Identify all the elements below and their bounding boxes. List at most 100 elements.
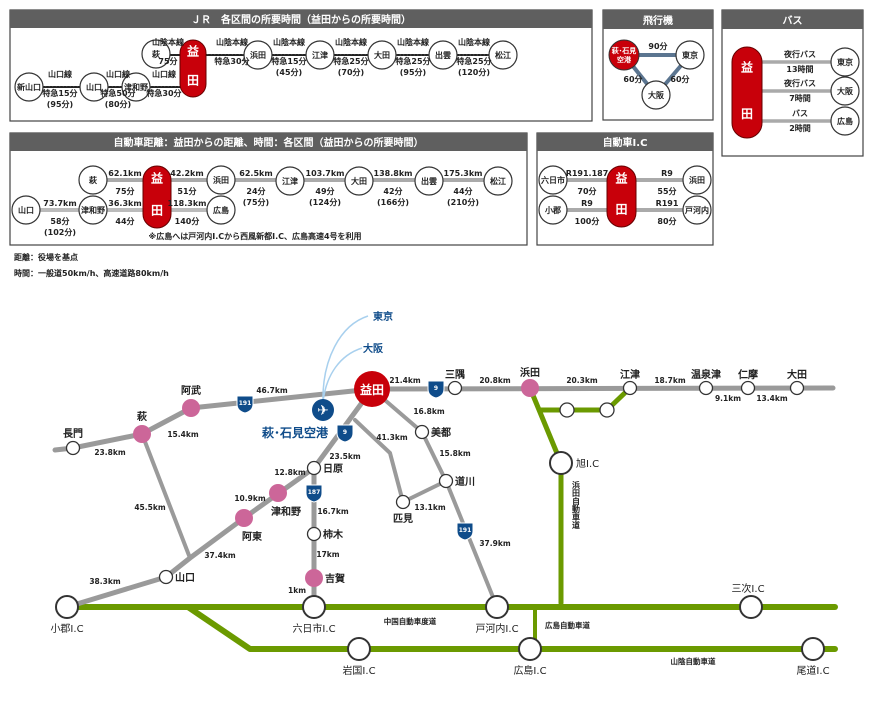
station-label: 大阪 [837,86,854,96]
segment-total-time: (80分) [105,99,131,109]
station-label: 山口 [18,205,34,215]
segment-total-time: (166分) [377,197,409,207]
segment-time: 140分 [175,216,200,226]
bus-duration: 2時間 [789,123,811,133]
place-label: 津和野 [271,505,301,518]
distance-label: 13.1km [414,503,445,512]
distance-label: 46.7km [256,386,287,395]
label: 90分 [648,41,667,51]
expressway-label: 山陰自動車道 [671,656,716,666]
place-label: 美都 [431,426,451,439]
access-map: ＪＲ 各区間の所要時間（益田からの所要時間）益田萩 浜田 江津 大田 出雲 松江新山口 山口… [9,9,864,677]
segment-total-time: (102分) [44,227,76,237]
distance-label: 13.4km [756,394,787,403]
airport-circle [608,39,640,71]
masuda-label: 田 [741,107,753,121]
place-marker [740,380,756,396]
masuda-label: 益 [151,171,163,186]
distance-label: 38.3km [89,577,120,586]
interchange-marker [347,637,371,661]
expressway-label: 広島自動車道 [545,620,590,630]
place-label: 日原 [323,463,343,475]
distance-label: 37.9km [479,539,510,548]
jr-title: ＪＲ 各区間の所要時間（益田からの所要時間） [191,13,411,26]
station-label: 広島 [213,205,229,215]
road-hagi-yamaguchi [140,432,192,560]
expressway-label: 浜田自動車道 [572,480,581,530]
label: 191 [239,400,252,407]
station-label: 浜田 [689,175,705,185]
distance-label: 45.5km [134,503,165,512]
segment-line-label: 山陰本線 [273,37,305,47]
masuda-label: 益 [615,170,627,185]
segment-time: 特急50分 [100,88,135,98]
route-191-south [370,387,499,609]
segment-line-label: 山口線 [152,69,176,79]
interchange-marker [549,451,573,475]
segment-time: 特急15分 [42,88,77,98]
note-distance: 距離：役場を基点 [14,252,78,262]
interchange-marker [801,637,825,661]
segment-time: 特急30分 [146,88,181,98]
station-label: 六日市 [541,175,565,185]
place-label: 長門 [63,428,83,440]
station-label: 江津 [282,176,298,186]
place-label: 阿武 [181,384,201,397]
distance-label: 10.9km [234,494,265,503]
place-label: 匹見 [393,513,413,525]
distance-label: 15.8km [439,449,470,458]
station-label: 松江 [490,176,506,186]
masuda-label: 益 [187,43,199,58]
place-marker [622,380,638,396]
segment-total-time: (95分) [47,99,73,109]
segment-line-label: 73.7km [43,199,76,208]
place-label: 温泉津 [691,368,721,381]
distance-label: 23.5km [329,452,360,461]
segment-time: 80分 [657,216,676,226]
air-dest-tokyo: 東京 [373,310,393,323]
segment-time: 58分 [50,216,69,226]
station-label: 松江 [495,50,511,60]
car-note: ※広島へは戸河内I.Cから西風新都I.C、広島高速4号を利用 [148,231,361,241]
interchange-label: 戸河内I.C [475,622,518,635]
distance-label: 16.8km [413,407,444,416]
station-label: 小郡 [544,205,561,215]
label: 9 [434,385,438,392]
place-label: 道川 [455,475,475,488]
segment-line-label: R191 [656,199,679,208]
interchange-marker [302,595,326,619]
distance-label: 41.3km [376,433,407,442]
segment-time: 特急15分 [271,56,306,66]
segment-time: 44分 [115,216,134,226]
segment-time: 特急25分 [333,56,368,66]
segment-time: 51分 [177,186,196,196]
segment-line-label: 山陰本線 [397,37,429,47]
segment-line-label: R191.187 [566,169,609,178]
segment-time: 24分 [246,186,265,196]
station-label: 出雲 [435,50,451,60]
air-title: 飛行機 [642,14,673,27]
place-marker [698,380,714,396]
place-marker [269,484,287,502]
distance-label: 23.8km [94,448,125,457]
station-label: 浜田 [250,50,266,60]
place-marker [521,379,539,397]
segment-total-time: (75分) [243,197,269,207]
station-label: 江津 [312,50,328,60]
station-label: 戸河内 [685,205,709,215]
place-label: 阿東 [242,530,262,543]
label: 191 [459,527,472,534]
distance-label: 18.7km [654,376,685,385]
label: 空港 [617,55,632,64]
station-label: 津和野 [81,205,105,215]
place-marker [65,440,81,456]
interchange-label: 広島I.C [513,664,546,677]
place-marker [306,460,322,476]
interchange-marker [485,595,509,619]
interchange-label: 旭I.C [576,458,599,470]
segment-time: 特急25分 [395,56,430,66]
segment-line-label: 103.7km [306,169,345,178]
segment-time: 70分 [577,186,596,196]
bus-type: 夜行バス [783,78,816,88]
interchange-label: 尾道I.C [796,664,829,677]
